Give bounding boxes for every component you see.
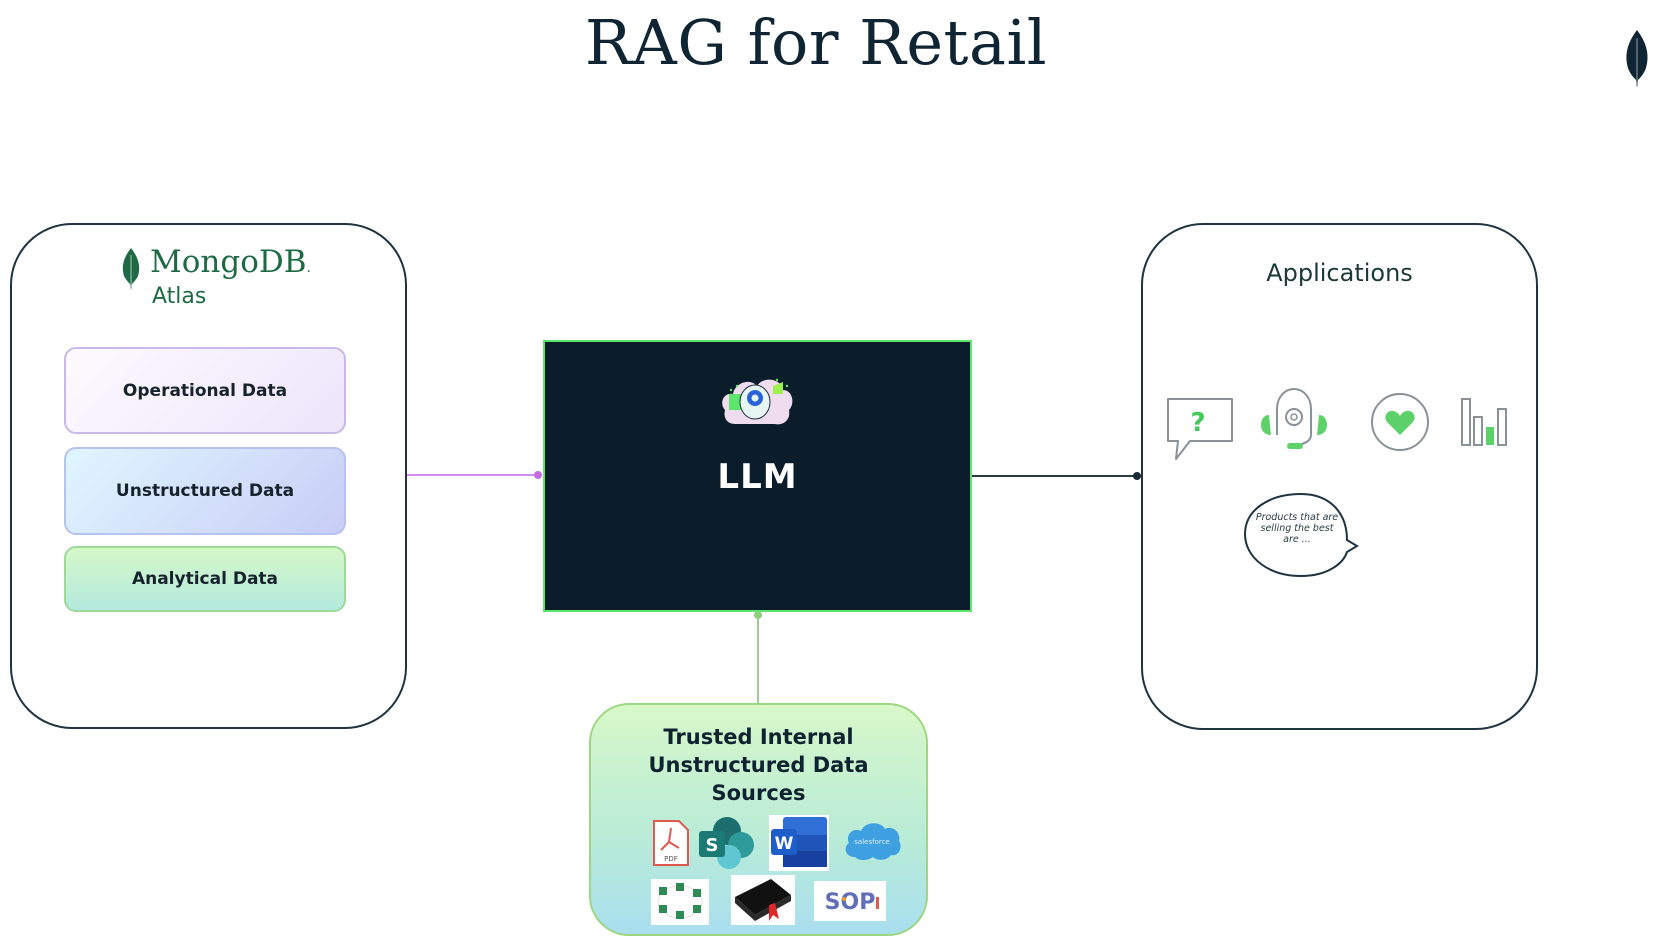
svg-text:W: W [775, 834, 794, 854]
connector-endpoint [754, 611, 762, 619]
sop-icon: SOP [814, 881, 886, 921]
manual-book-icon [731, 875, 795, 925]
question-chat-icon: ? [1167, 398, 1233, 460]
heart-loyalty-icon [1371, 393, 1429, 451]
word-icon: W [769, 815, 829, 871]
atlas-to-llm-connector [407, 474, 541, 476]
unstructured-data-box: Unstructured Data [64, 447, 346, 535]
brand-name: MongoDB. [150, 244, 311, 280]
product-name: Atlas [152, 284, 207, 309]
llm-label: LLM [717, 457, 798, 497]
trusted-sources-box: Trusted Internal Unstructured Data Sourc… [589, 703, 928, 936]
svg-text:PDF: PDF [664, 855, 678, 863]
bar-chart-icon [1461, 398, 1507, 446]
ai-brain-gear-icon [722, 378, 793, 425]
unstructured-data-label: Unstructured Data [115, 481, 295, 501]
llm-to-applications-connector [971, 475, 1141, 477]
connector-endpoint [534, 471, 542, 479]
mongodb-leaf-icon [122, 248, 140, 290]
connector-endpoint [1133, 472, 1141, 480]
salesforce-icon: salesforce [845, 823, 901, 860]
svg-text:salesforce: salesforce [854, 838, 889, 846]
sources-title-line: Unstructured Data [648, 753, 869, 777]
operational-data-label: Operational Data [122, 380, 288, 401]
sharepoint-icon: S [699, 817, 754, 869]
mongodb-leaf-icon [1626, 30, 1648, 88]
svg-text:SOP: SOP [825, 890, 876, 915]
mongodb-atlas-panel: MongoDB. Atlas Operational Data Unstruct… [10, 223, 407, 729]
support-headset-icon [1261, 387, 1327, 449]
llm-box: LLM [543, 340, 972, 612]
svg-text:?: ? [1190, 408, 1205, 438]
sources-title-line: Sources [711, 781, 806, 805]
network-icon [651, 879, 709, 925]
applications-panel: Applications ? Products that are selling… [1141, 223, 1538, 730]
speech-bubble-text: Products that are selling the best are .… [1255, 512, 1339, 545]
mongodb-atlas-logo: MongoDB. Atlas [120, 245, 311, 309]
analytical-data-label: Analytical Data [131, 569, 279, 589]
page-title: RAG for Retail [584, 6, 1048, 79]
sources-title-line: Trusted Internal [663, 725, 854, 749]
sources-title: Trusted Internal Unstructured Data Sourc… [591, 723, 926, 807]
sources-to-llm-connector [757, 611, 759, 703]
analytical-data-box: Analytical Data [64, 546, 346, 612]
pdf-icon: PDF [653, 820, 689, 866]
svg-text:S: S [706, 835, 719, 856]
applications-title: Applications [1266, 259, 1413, 287]
operational-data-box: Operational Data [64, 347, 346, 434]
